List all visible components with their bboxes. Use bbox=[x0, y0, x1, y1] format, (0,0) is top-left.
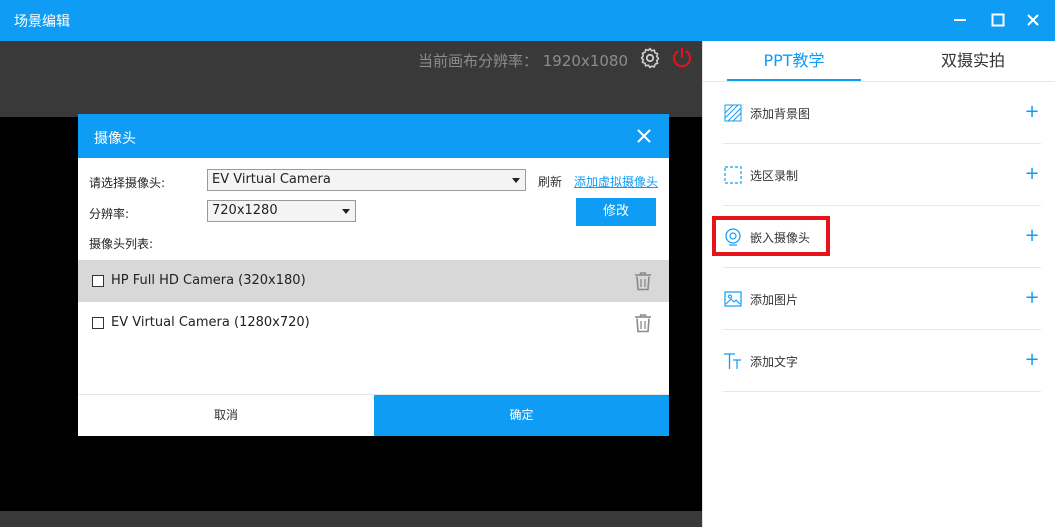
item-label: 选区录制 bbox=[750, 169, 799, 183]
plus-icon[interactable]: + bbox=[1023, 163, 1041, 185]
camera-item-label: EV Virtual Camera (1280x720) bbox=[111, 315, 310, 330]
add-image-item[interactable]: 添加图片 + bbox=[723, 268, 1041, 330]
minimize-button[interactable] bbox=[948, 8, 972, 32]
background-icon bbox=[724, 104, 742, 122]
item-label: 添加文字 bbox=[750, 355, 799, 369]
plus-icon[interactable]: + bbox=[1023, 225, 1041, 247]
confirm-button[interactable]: 确定 bbox=[374, 395, 669, 436]
dropdown-arrow-icon bbox=[342, 209, 350, 214]
modify-button[interactable]: 修改 bbox=[576, 198, 656, 226]
plus-icon[interactable]: + bbox=[1023, 101, 1041, 123]
preview-bottom-bar bbox=[0, 511, 702, 527]
add-text-item[interactable]: 添加文字 + bbox=[723, 330, 1041, 392]
camera-checkbox[interactable] bbox=[92, 275, 104, 287]
image-icon bbox=[724, 291, 742, 307]
cancel-button[interactable]: 取消 bbox=[78, 395, 374, 436]
close-icon bbox=[1027, 14, 1039, 26]
title-bar: 场景编辑 bbox=[0, 0, 1055, 41]
plus-icon[interactable]: + bbox=[1023, 287, 1041, 309]
power-icon[interactable] bbox=[670, 46, 694, 70]
embed-camera-item[interactable]: 嵌入摄像头 + bbox=[723, 206, 1041, 268]
trash-icon[interactable] bbox=[632, 270, 654, 292]
region-record-item[interactable]: 选区录制 + bbox=[723, 144, 1041, 206]
minimize-icon bbox=[954, 19, 966, 21]
item-label: 添加图片 bbox=[750, 293, 799, 307]
dialog-footer: 取消 确定 bbox=[78, 394, 669, 436]
maximize-icon bbox=[991, 13, 1005, 27]
camera-list-label: 摄像头列表: bbox=[89, 237, 154, 251]
dialog-header: 摄像头 bbox=[78, 114, 669, 158]
close-window-button[interactable] bbox=[1021, 8, 1045, 32]
preview-toolbar: 当前画布分辨率： 1920x1080 bbox=[0, 41, 702, 117]
dialog-title: 摄像头 bbox=[94, 131, 136, 147]
camera-icon bbox=[725, 228, 741, 246]
camera-list-item[interactable]: HP Full HD Camera (320x180) bbox=[78, 260, 669, 302]
refresh-link[interactable]: 刷新 bbox=[538, 173, 562, 190]
item-label: 添加背景图 bbox=[750, 107, 811, 121]
dropdown-arrow-icon bbox=[512, 178, 520, 183]
scene-panel: PPT教学 双摄实拍 添加背景图 + 选区录制 + 嵌入摄像头 + 添加图片 +… bbox=[702, 41, 1055, 527]
tab-ppt-teaching[interactable]: PPT教学 bbox=[727, 41, 861, 81]
add-virtual-camera-link[interactable]: 添加虚拟摄像头 bbox=[574, 173, 658, 190]
close-icon[interactable] bbox=[635, 127, 653, 145]
camera-dialog: 摄像头 请选择摄像头: EV Virtual Camera 刷新 添加虚拟摄像头… bbox=[78, 114, 669, 436]
resolution-select-value: 720x1280 bbox=[212, 203, 278, 218]
region-select-icon bbox=[724, 166, 742, 184]
maximize-button[interactable] bbox=[986, 8, 1010, 32]
camera-select-value: EV Virtual Camera bbox=[212, 172, 331, 187]
camera-checkbox[interactable] bbox=[92, 317, 104, 329]
gear-icon[interactable] bbox=[638, 46, 662, 70]
camera-select-label: 请选择摄像头: bbox=[89, 176, 166, 190]
camera-item-label: HP Full HD Camera (320x180) bbox=[111, 273, 306, 288]
resolution-select[interactable]: 720x1280 bbox=[207, 200, 356, 222]
add-background-item[interactable]: 添加背景图 + bbox=[723, 82, 1041, 144]
item-label: 嵌入摄像头 bbox=[750, 231, 811, 245]
camera-select[interactable]: EV Virtual Camera bbox=[207, 169, 526, 191]
plus-icon[interactable]: + bbox=[1023, 349, 1041, 371]
resolution-label: 分辨率: bbox=[89, 207, 130, 221]
canvas-resolution: 当前画布分辨率： 1920x1080 bbox=[418, 52, 628, 70]
camera-list-item[interactable]: EV Virtual Camera (1280x720) bbox=[78, 302, 669, 344]
tab-dual-camera[interactable]: 双摄实拍 bbox=[903, 41, 1043, 81]
trash-icon[interactable] bbox=[632, 312, 654, 334]
text-icon bbox=[724, 353, 741, 369]
window-title: 场景编辑 bbox=[14, 14, 70, 30]
